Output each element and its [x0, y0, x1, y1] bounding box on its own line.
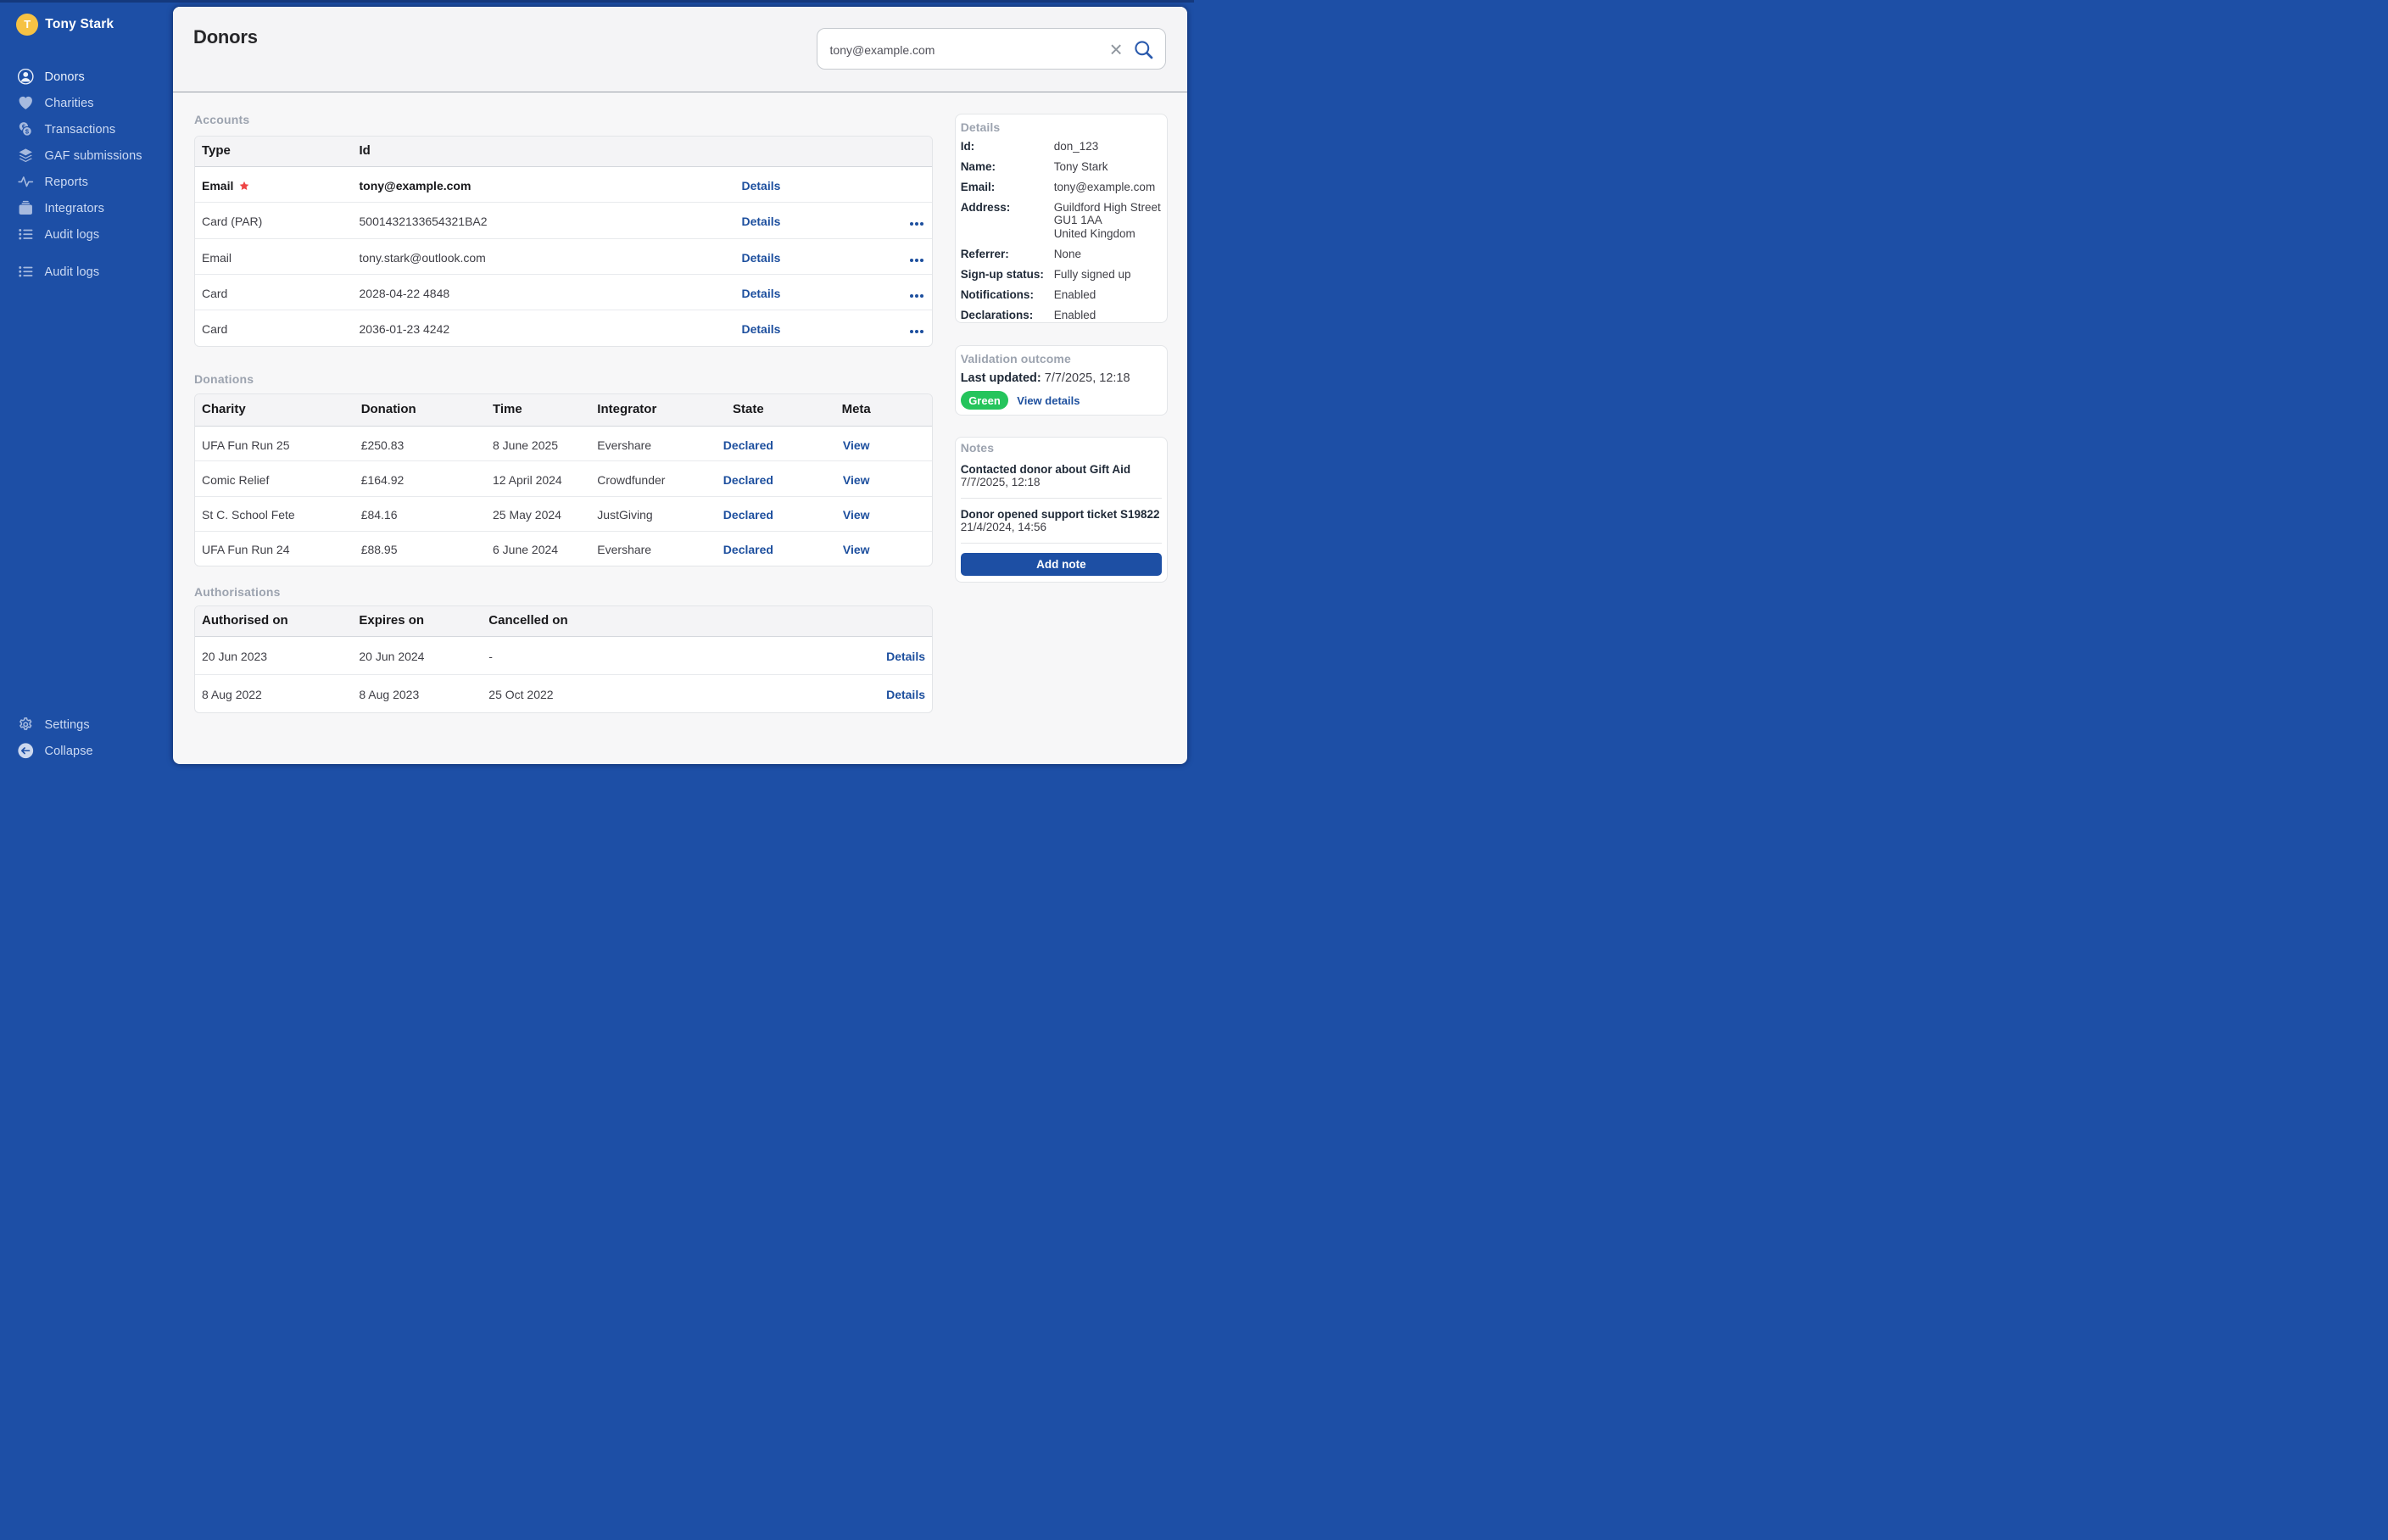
svg-text:$: $ [25, 128, 30, 136]
